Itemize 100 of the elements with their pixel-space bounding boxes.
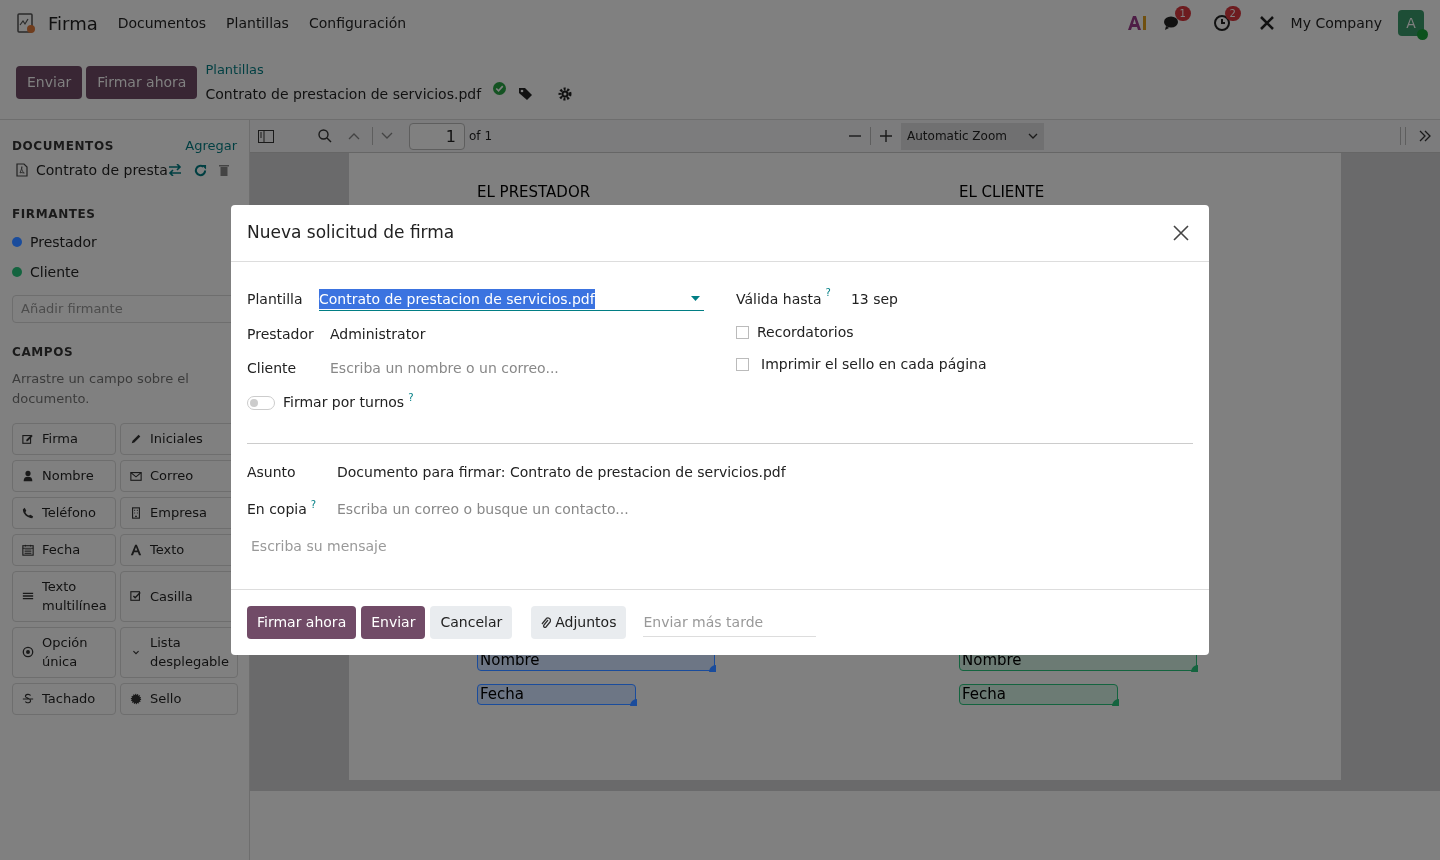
- field-type-label: Correo: [150, 467, 194, 485]
- section-heading: CAMPOS: [12, 343, 75, 361]
- field-type-label: Casilla: [150, 587, 193, 606]
- signature-field-box[interactable]: Fecha: [959, 684, 1118, 705]
- menu-item[interactable]: Plantillas: [226, 12, 289, 34]
- app-logo-icon[interactable]: [16, 13, 36, 33]
- control-button[interactable]: Enviar: [16, 66, 83, 99]
- field-type-label: Iniciales: [150, 430, 203, 448]
- message-field[interactable]: Escriba su mensaje: [251, 536, 851, 557]
- swap-icon[interactable]: [167, 164, 182, 176]
- building-icon: [130, 506, 142, 519]
- signature-icon: [22, 432, 34, 445]
- settings-icon[interactable]: [558, 87, 573, 102]
- field-type-item[interactable]: Opción única: [12, 626, 116, 678]
- record-title: Contrato de prestacion de servicios.pdf: [205, 84, 482, 104]
- control-button[interactable]: Firmar ahora: [86, 66, 198, 99]
- calendar-icon: [22, 543, 34, 556]
- search-icon[interactable]: [318, 129, 332, 143]
- help-icon[interactable]: ?: [825, 287, 831, 299]
- section-heading: DOCUMENTOS: [12, 137, 114, 155]
- page-number-field[interactable]: 1: [409, 122, 465, 150]
- radio-icon: [22, 646, 34, 658]
- field-type-label: Texto multilínea: [42, 578, 107, 615]
- paperclip-icon: [541, 616, 552, 629]
- pencil-icon: [130, 432, 142, 445]
- person-icon: [22, 469, 34, 482]
- field-label: Asunto: [247, 463, 297, 482]
- letter-glyph-icon: [130, 543, 142, 556]
- envelope-icon: [130, 469, 142, 482]
- seal-icon: [130, 692, 142, 705]
- field-type-label: Lista desplegable: [150, 634, 229, 671]
- zoom-select[interactable]: Automatic Zoom: [901, 122, 1044, 150]
- page-count: of 1: [469, 128, 492, 145]
- help-icon[interactable]: ?: [408, 392, 414, 404]
- chevron-down-icon: [1028, 133, 1038, 139]
- signer-item[interactable]: Cliente: [30, 261, 80, 283]
- checkbox-label: Imprimir el sello en cada página: [761, 355, 987, 374]
- double-chevron-right-icon[interactable]: [1418, 130, 1432, 142]
- chevron-down-icon[interactable]: [381, 132, 393, 140]
- ai-icon[interactable]: [1126, 15, 1147, 31]
- add-document-link[interactable]: Agregar: [185, 136, 237, 156]
- input-field[interactable]: Escriba un nombre o un correo...: [330, 358, 710, 379]
- trash-icon[interactable]: [218, 164, 229, 176]
- strikethrough-icon: [22, 692, 34, 705]
- phone-icon: [22, 506, 34, 519]
- document-item[interactable]: Contrato de presta: [36, 159, 168, 181]
- field-type-item[interactable]: Firma: [12, 422, 116, 455]
- checkbox[interactable]: [736, 358, 749, 371]
- field-label: En copia: [247, 500, 307, 519]
- close-icon[interactable]: [1173, 225, 1189, 241]
- field-type-item[interactable]: Teléfono: [12, 496, 116, 529]
- clock-icon[interactable]: [1212, 14, 1231, 32]
- check-circle-icon: [493, 81, 507, 95]
- field-type-label: Fecha: [42, 541, 81, 559]
- signature-field-box[interactable]: Fecha: [477, 684, 636, 705]
- field-value[interactable]: Administrator: [330, 324, 426, 345]
- field-type-item[interactable]: Texto multilínea: [12, 570, 116, 622]
- fields-hint: Arrastre un campo sobre el documento.: [12, 369, 190, 408]
- tags-icon[interactable]: [518, 87, 535, 102]
- field-type-label: Nombre: [42, 467, 94, 485]
- template-select[interactable]: Contrato de prestacion de servicios.pdf: [319, 287, 704, 311]
- chevron-up-icon[interactable]: [348, 132, 360, 140]
- refresh-icon[interactable]: [193, 163, 207, 177]
- app-name[interactable]: Firma: [48, 9, 98, 37]
- zoom-in-icon[interactable]: [879, 129, 893, 143]
- tools-icon[interactable]: [1258, 15, 1275, 31]
- field-type-label: Texto: [150, 541, 185, 559]
- breadcrumb-link[interactable]: Plantillas: [205, 60, 573, 80]
- field-label: Prestador: [247, 325, 315, 344]
- dialog-button[interactable]: Cancelar: [430, 606, 513, 639]
- date-field[interactable]: 13 sep: [850, 288, 898, 310]
- field-label: Cliente: [247, 359, 298, 378]
- subject-field[interactable]: Documento para firmar: Contrato de prestacion de servicios.pdf: [337, 462, 786, 483]
- menu-item[interactable]: Documentos: [117, 12, 207, 34]
- sidebar-toggle-icon[interactable]: [258, 129, 274, 143]
- checkbox[interactable]: [736, 326, 749, 339]
- company-name[interactable]: My Company: [1290, 12, 1382, 34]
- caret-icon: [691, 296, 700, 301]
- menu-item[interactable]: Configuración: [308, 12, 407, 34]
- online-status-icon: [1417, 29, 1428, 40]
- dialog-button[interactable]: Firmar ahora: [247, 606, 357, 639]
- field-type-item[interactable]: Tachado: [12, 682, 116, 715]
- user-avatar[interactable]: A: [1398, 10, 1424, 36]
- field-type-label: Tachado: [42, 690, 96, 708]
- field-type-item[interactable]: Nombre: [12, 459, 116, 492]
- document-heading: EL CLIENTE: [959, 183, 1046, 201]
- field-type-label: Sello: [150, 690, 182, 708]
- dialog-button[interactable]: Enviar: [361, 606, 426, 639]
- pdf-file-icon: [16, 163, 28, 177]
- activity-count-badge: 2: [1224, 6, 1241, 21]
- dialog-title: Nueva solicitud de firma: [247, 221, 455, 245]
- send-later-field[interactable]: Enviar más tarde: [643, 608, 817, 637]
- input-field[interactable]: Escriba un correo o busque un contacto...: [337, 499, 837, 520]
- field-type-item[interactable]: Sello: [120, 682, 238, 715]
- document-heading: EL PRESTADOR: [477, 183, 592, 201]
- field-type-item[interactable]: Fecha: [12, 533, 116, 566]
- toggle-switch[interactable]: [247, 395, 275, 410]
- help-icon[interactable]: ?: [310, 499, 317, 511]
- signer-item[interactable]: Prestador: [30, 231, 97, 253]
- attachments-button[interactable]: Adjuntos: [531, 606, 627, 639]
